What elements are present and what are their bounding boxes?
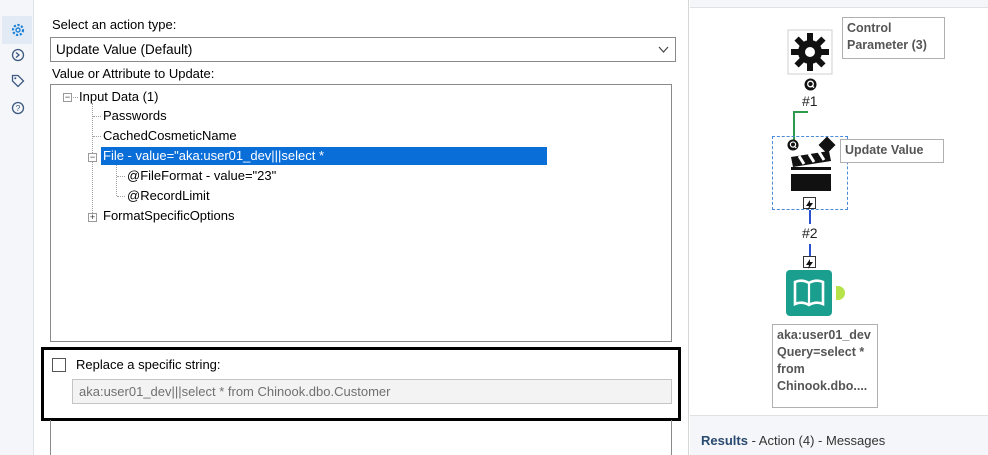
value-attribute-label: Value or Attribute to Update: (52, 66, 215, 81)
annotation-line: Control (847, 21, 892, 35)
config-side-toolbar: ? (0, 0, 34, 455)
input-data-annotation: aka:user01_dev Query=select * from Chino… (772, 324, 878, 408)
lower-panel-frame (50, 420, 672, 455)
action-type-label: Select an action type: (52, 17, 177, 32)
output-anchor-icon[interactable] (836, 286, 845, 300)
tree-node-record-limit[interactable]: @RecordLimit (127, 187, 210, 205)
update-value-annotation: Update Value (840, 139, 944, 163)
results-title[interactable]: Results - Action (4) - Messages (701, 433, 885, 448)
input-data-tool[interactable] (786, 270, 832, 316)
annotation-line: aka:user01_dev (777, 328, 871, 342)
replace-string-section: Replace a specific string: aka:user01_de… (41, 347, 681, 421)
expand-toggle[interactable]: + (88, 213, 97, 222)
action-type-value: Update Value (Default) (56, 42, 193, 57)
tree-node-file-format[interactable]: @FileFormat - value="23" (127, 167, 276, 185)
control-parameter-tool[interactable] (786, 28, 834, 76)
results-breadcrumb: - Action (4) - Messages (747, 433, 886, 448)
annotation-line: Query=select * (777, 345, 865, 359)
tree-connector (93, 136, 101, 137)
tree-node-file-selected[interactable]: File - value="aka:user01_dev|||select * (101, 147, 547, 165)
tree-node-cached-cosmetic-name[interactable]: CachedCosmeticName (103, 127, 237, 145)
configuration-panel: Select an action type: Update Value (Def… (34, 0, 689, 455)
workflow-canvas[interactable]: Control Parameter (3) #1 Update Value #2 (690, 0, 988, 415)
tree-node-passwords[interactable]: Passwords (103, 107, 167, 125)
tree-connector (73, 97, 78, 98)
book-icon (793, 279, 825, 307)
help-icon[interactable]: ? (9, 99, 26, 116)
chevron-down-icon[interactable] (658, 38, 669, 69)
update-value-tool[interactable] (772, 136, 848, 210)
annotation-line: from (777, 362, 805, 376)
tree-connector (117, 176, 125, 177)
replace-string-checkbox[interactable] (52, 358, 66, 372)
tree-node-format-specific-options[interactable]: FormatSpecificOptions (103, 207, 235, 225)
lightning-anchor-icon[interactable] (803, 197, 816, 210)
lightning-anchor-icon[interactable] (803, 256, 816, 269)
action-type-dropdown[interactable]: Update Value (Default) (50, 37, 676, 62)
results-tab-label: Results (701, 433, 748, 448)
arrow-circle-icon[interactable] (9, 46, 26, 63)
canvas-top-strip (690, 0, 988, 8)
gear-icon (787, 29, 833, 75)
tree-connector (117, 196, 125, 197)
tree-connector (116, 165, 117, 196)
clapperboard-icon (791, 151, 831, 191)
q-anchor-icon[interactable] (804, 78, 817, 91)
gear-icon[interactable] (9, 21, 26, 38)
tree-connector (93, 116, 101, 117)
annotation-line: Chinook.dbo.... (777, 379, 868, 393)
replace-string-label: Replace a specific string: (76, 357, 221, 372)
control-parameter-annotation: Control Parameter (3) (842, 17, 945, 59)
connection-number-2: #2 (802, 225, 818, 241)
collapse-toggle[interactable]: − (63, 93, 72, 102)
results-bar[interactable]: Results - Action (4) - Messages (690, 415, 988, 455)
replace-string-input[interactable]: aka:user01_dev|||select * from Chinook.d… (72, 379, 672, 404)
tag-icon[interactable] (9, 72, 26, 89)
connection-number-1: #1 (802, 93, 818, 109)
annotation-line: Parameter (3) (847, 38, 927, 52)
value-attribute-tree[interactable]: − Input Data (1) Passwords CachedCosmeti… (50, 84, 672, 342)
collapse-toggle[interactable]: − (88, 153, 97, 162)
tree-node-input-data[interactable]: Input Data (1) (79, 88, 159, 106)
svg-text:?: ? (15, 103, 20, 113)
q-anchor-icon[interactable] (787, 139, 799, 151)
